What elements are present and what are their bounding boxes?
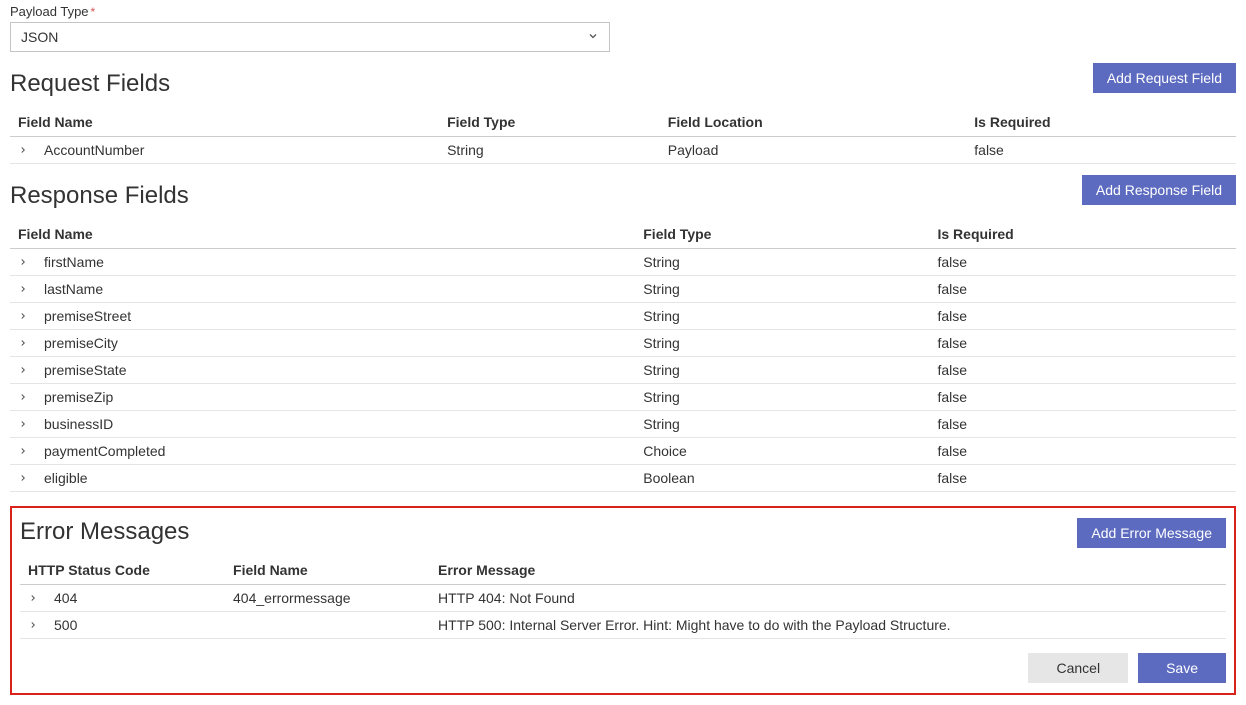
- field-type-cell: Choice: [635, 438, 929, 465]
- chevron-right-icon[interactable]: [18, 444, 32, 459]
- field-location-cell: Payload: [660, 137, 967, 164]
- table-row[interactable]: premiseStreet Stringfalse: [10, 303, 1236, 330]
- field-required-cell: false: [929, 330, 1236, 357]
- required-asterisk: *: [91, 5, 96, 19]
- chevron-right-icon[interactable]: [28, 591, 42, 606]
- field-required-cell: false: [929, 249, 1236, 276]
- table-row[interactable]: AccountNumber StringPayloadfalse: [10, 137, 1236, 164]
- chevron-down-icon: [587, 30, 599, 45]
- payload-type-label: Payload Type*: [10, 4, 1236, 19]
- field-type-cell: String: [635, 249, 929, 276]
- request-header-name: Field Name: [10, 108, 439, 137]
- chevron-right-icon[interactable]: [18, 143, 32, 158]
- field-required-cell: false: [966, 137, 1236, 164]
- field-required-cell: false: [929, 303, 1236, 330]
- field-required-cell: false: [929, 411, 1236, 438]
- field-type-cell: Boolean: [635, 465, 929, 492]
- field-name-cell: paymentCompleted: [44, 443, 165, 459]
- request-fields-heading: Request Fields: [10, 70, 170, 98]
- table-row[interactable]: premiseCity Stringfalse: [10, 330, 1236, 357]
- response-fields-table: Field Name Field Type Is Required firstN…: [10, 220, 1236, 492]
- field-required-cell: false: [929, 384, 1236, 411]
- chevron-right-icon[interactable]: [18, 417, 32, 432]
- response-header-name: Field Name: [10, 220, 635, 249]
- cancel-button[interactable]: Cancel: [1028, 653, 1128, 683]
- chevron-right-icon[interactable]: [18, 255, 32, 270]
- error-message-cell: HTTP 404: Not Found: [430, 585, 1226, 612]
- error-code-cell: 500: [54, 617, 77, 633]
- field-name-cell: firstName: [44, 254, 104, 270]
- table-row[interactable]: paymentCompleted Choicefalse: [10, 438, 1236, 465]
- field-type-cell: String: [635, 303, 929, 330]
- error-field-cell: 404_errormessage: [225, 585, 430, 612]
- table-row[interactable]: 500 HTTP 500: Internal Server Error. Hint…: [20, 612, 1226, 639]
- chevron-right-icon[interactable]: [18, 363, 32, 378]
- table-row[interactable]: eligible Booleanfalse: [10, 465, 1236, 492]
- response-fields-heading: Response Fields: [10, 182, 189, 210]
- field-name-cell: premiseStreet: [44, 308, 131, 324]
- table-row[interactable]: premiseZip Stringfalse: [10, 384, 1236, 411]
- response-header-type: Field Type: [635, 220, 929, 249]
- response-header-required: Is Required: [929, 220, 1236, 249]
- payload-type-value: JSON: [21, 29, 58, 45]
- save-button[interactable]: Save: [1138, 653, 1226, 683]
- field-name-cell: eligible: [44, 470, 88, 486]
- field-name-cell: premiseCity: [44, 335, 118, 351]
- error-header-message: Error Message: [430, 556, 1226, 585]
- field-type-cell: String: [439, 137, 660, 164]
- request-header-type: Field Type: [439, 108, 660, 137]
- add-response-field-button[interactable]: Add Response Field: [1082, 175, 1236, 205]
- table-row[interactable]: firstName Stringfalse: [10, 249, 1236, 276]
- field-name-cell: premiseState: [44, 362, 126, 378]
- field-type-cell: String: [635, 384, 929, 411]
- field-type-cell: String: [635, 276, 929, 303]
- table-row[interactable]: premiseState Stringfalse: [10, 357, 1236, 384]
- chevron-right-icon[interactable]: [18, 336, 32, 351]
- error-header-code: HTTP Status Code: [20, 556, 225, 585]
- field-required-cell: false: [929, 465, 1236, 492]
- request-header-location: Field Location: [660, 108, 967, 137]
- field-required-cell: false: [929, 276, 1236, 303]
- field-name-cell: lastName: [44, 281, 103, 297]
- request-fields-table: Field Name Field Type Field Location Is …: [10, 108, 1236, 164]
- field-type-cell: String: [635, 330, 929, 357]
- error-messages-table: HTTP Status Code Field Name Error Messag…: [20, 556, 1226, 639]
- field-type-cell: String: [635, 357, 929, 384]
- table-row[interactable]: lastName Stringfalse: [10, 276, 1236, 303]
- chevron-right-icon[interactable]: [18, 282, 32, 297]
- field-name-cell: AccountNumber: [44, 142, 144, 158]
- field-required-cell: false: [929, 357, 1236, 384]
- table-row[interactable]: 404 404_errormessageHTTP 404: Not Found: [20, 585, 1226, 612]
- error-field-cell: [225, 612, 430, 639]
- payload-type-select[interactable]: JSON: [10, 22, 610, 52]
- chevron-right-icon[interactable]: [28, 618, 42, 633]
- chevron-right-icon[interactable]: [18, 390, 32, 405]
- field-type-cell: String: [635, 411, 929, 438]
- table-row[interactable]: businessID Stringfalse: [10, 411, 1236, 438]
- field-name-cell: businessID: [44, 416, 113, 432]
- error-message-cell: HTTP 500: Internal Server Error. Hint: M…: [430, 612, 1226, 639]
- add-request-field-button[interactable]: Add Request Field: [1093, 63, 1236, 93]
- request-header-required: Is Required: [966, 108, 1236, 137]
- error-header-field: Field Name: [225, 556, 430, 585]
- error-messages-panel: Error Messages Add Error Message HTTP St…: [10, 506, 1236, 695]
- add-error-message-button[interactable]: Add Error Message: [1077, 518, 1226, 548]
- field-required-cell: false: [929, 438, 1236, 465]
- error-code-cell: 404: [54, 590, 77, 606]
- chevron-right-icon[interactable]: [18, 471, 32, 486]
- chevron-right-icon[interactable]: [18, 309, 32, 324]
- error-messages-heading: Error Messages: [20, 518, 189, 546]
- field-name-cell: premiseZip: [44, 389, 113, 405]
